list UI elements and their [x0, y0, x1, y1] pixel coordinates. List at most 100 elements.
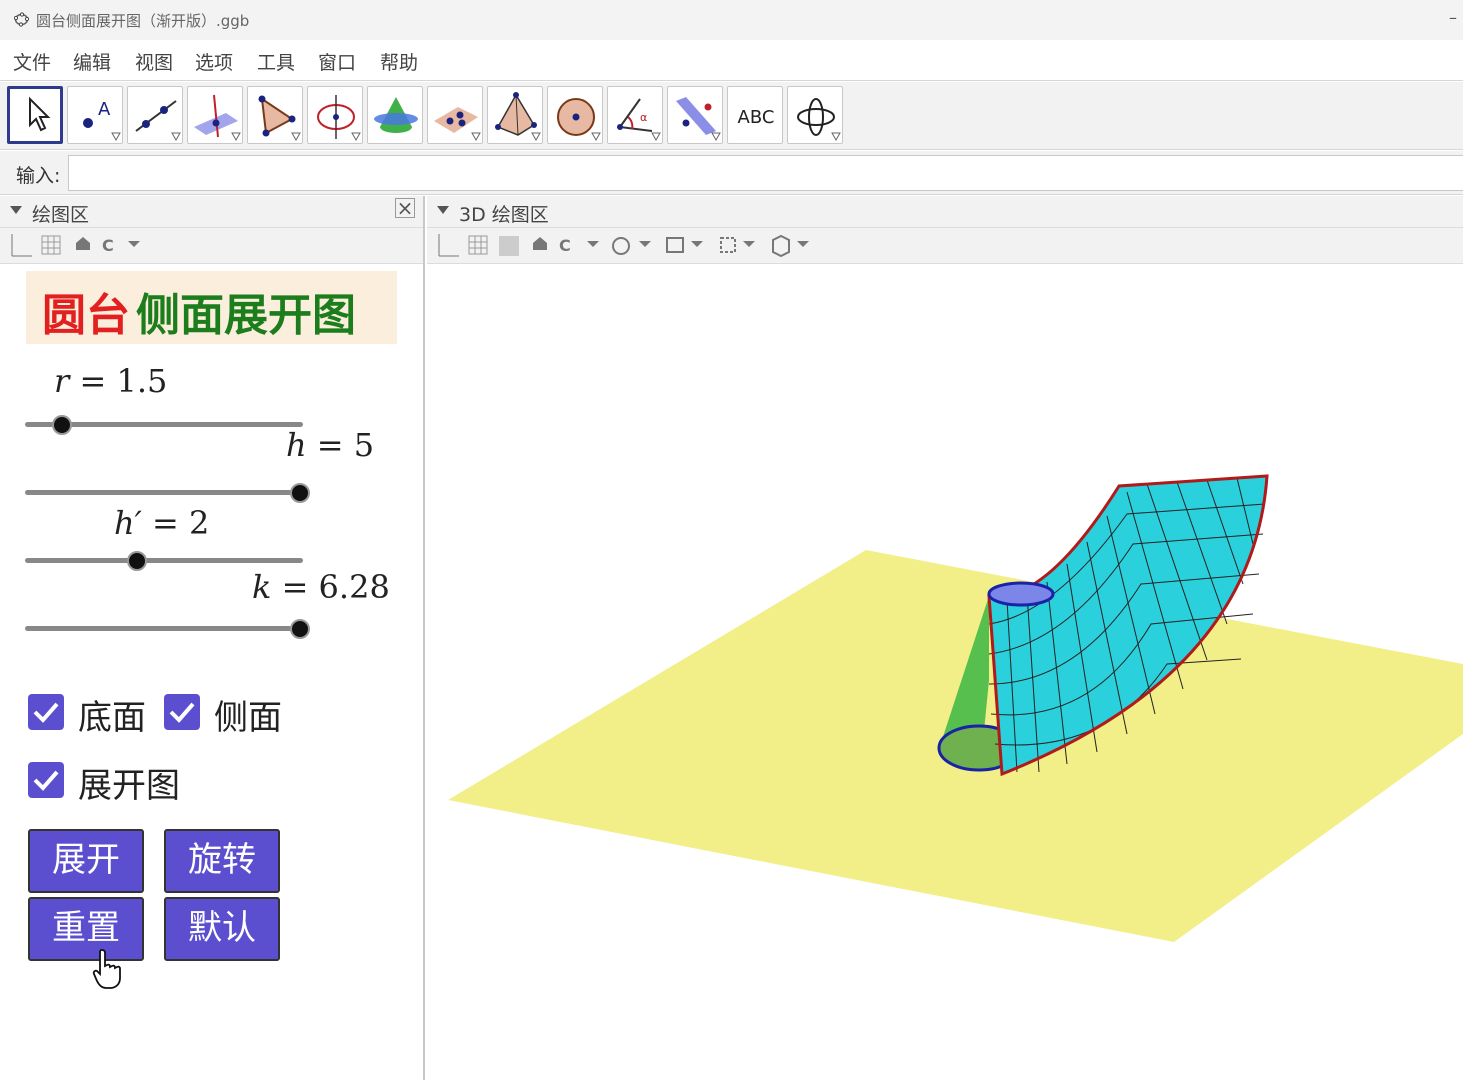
- rotate-3d-view-icon: [797, 98, 841, 142]
- slider-r-knob[interactable]: [52, 415, 72, 435]
- title-red-text: 圆台: [42, 290, 130, 341]
- var-name: h′: [114, 504, 142, 542]
- axes-toggle-icon[interactable]: [438, 234, 459, 257]
- sphere-icon: [557, 98, 601, 142]
- grid-toggle-icon[interactable]: [41, 235, 61, 255]
- box-icon[interactable]: [720, 237, 736, 253]
- chevron-down-icon[interactable]: [797, 241, 809, 247]
- graphics-3d-header: 3D 绘图区: [427, 196, 1463, 228]
- slider-k-track[interactable]: [25, 626, 303, 631]
- style-bar-icons: C: [11, 234, 140, 257]
- checkbox-unfolded[interactable]: [28, 762, 64, 798]
- slider-k-label: k = 6.28: [252, 568, 390, 606]
- reflect-about-plane-icon: [676, 97, 721, 142]
- close-icon[interactable]: ×: [395, 198, 415, 218]
- graphics-3d-title: 3D 绘图区: [459, 204, 549, 226]
- checkbox-base[interactable]: [28, 694, 64, 730]
- slider-h-prime-track[interactable]: [25, 558, 303, 563]
- var-name: k: [252, 568, 272, 606]
- chevron-down-icon[interactable]: [639, 241, 651, 247]
- move-tool[interactable]: [7, 86, 63, 144]
- angle-tool[interactable]: α: [607, 86, 663, 144]
- plane-toggle-icon[interactable]: [499, 236, 519, 256]
- reflect-tool[interactable]: [667, 86, 723, 144]
- input-field[interactable]: [68, 155, 1463, 191]
- slider-value: 2: [189, 504, 210, 542]
- chevron-down-icon[interactable]: [691, 241, 703, 247]
- sphere-tool[interactable]: [547, 86, 603, 144]
- intersect-surfaces-tool[interactable]: [367, 86, 423, 144]
- polygon-tool[interactable]: [247, 86, 303, 144]
- expand-button[interactable]: 展开: [28, 829, 144, 893]
- svg-text:α: α: [640, 111, 647, 124]
- rotate-view-tool[interactable]: [787, 86, 843, 144]
- point-tool[interactable]: A: [67, 86, 123, 144]
- cone-intersection-icon: [374, 97, 418, 133]
- plane-through-points-icon: [434, 107, 481, 142]
- line-icon: [135, 100, 181, 142]
- menu-bar: 文件 编辑 视图 选项 工具 窗口 帮助: [0, 40, 1463, 81]
- slider-h-label: h = 5: [286, 426, 375, 464]
- grid-toggle-icon[interactable]: [468, 235, 488, 255]
- reset-button[interactable]: 重置: [28, 897, 144, 961]
- menu-view[interactable]: 视图: [135, 48, 173, 75]
- menu-window[interactable]: 窗口: [318, 48, 356, 75]
- collapse-triangle-icon[interactable]: [10, 206, 22, 214]
- graphics-3d-view: 3D 绘图区 C: [427, 196, 1463, 1080]
- slider-h-knob[interactable]: [290, 483, 310, 503]
- checkbox-unfolded-label: 展开图: [78, 766, 180, 806]
- home-icon[interactable]: [533, 237, 547, 250]
- perpendicular-tool[interactable]: [187, 86, 243, 144]
- window-title: 圆台侧面展开图（渐开版）.ggb: [36, 12, 250, 30]
- clipping-icon[interactable]: [666, 237, 684, 253]
- minimize-button[interactable]: –: [1449, 8, 1463, 27]
- slider-value: 5: [353, 426, 375, 464]
- point-icon: A: [83, 99, 121, 142]
- menu-options[interactable]: 选项: [195, 48, 233, 75]
- line-tool[interactable]: [127, 86, 183, 144]
- chevron-down-icon[interactable]: [743, 241, 755, 247]
- text-abc-icon: ABC: [738, 107, 775, 128]
- input-bar: 输入:: [0, 151, 1463, 195]
- title-green-text: 侧面展开图: [136, 290, 356, 341]
- plane-tool[interactable]: [427, 86, 483, 144]
- slider-h-prime-label: h′ = 2: [114, 504, 210, 542]
- slider-h-prime-knob[interactable]: [127, 551, 147, 571]
- graphics-view-title: 绘图区: [32, 204, 90, 226]
- projection-cube-icon[interactable]: [772, 234, 790, 258]
- chevron-down-icon[interactable]: [128, 241, 140, 247]
- point-capture-icon[interactable]: C: [102, 236, 114, 255]
- default-button[interactable]: 默认: [164, 897, 280, 961]
- slider-r-label: r = 1.5: [54, 362, 168, 400]
- 3d-canvas[interactable]: [427, 264, 1463, 1080]
- menu-help[interactable]: 帮助: [380, 48, 418, 75]
- title-banner: 圆台 侧面展开图: [26, 271, 397, 344]
- title-bar: 圆台侧面展开图（渐开版）.ggb –: [0, 0, 1463, 40]
- text-tool[interactable]: ABC: [727, 86, 783, 144]
- slider-h-track[interactable]: [25, 490, 303, 495]
- pyramid-tool[interactable]: [487, 86, 543, 144]
- cursor-arrow-icon: [29, 96, 51, 132]
- pyramid-icon: [495, 92, 541, 142]
- checkbox-lateral-label: 侧面: [214, 698, 282, 738]
- circle-axis-tool[interactable]: [307, 86, 363, 144]
- rotate-button[interactable]: 旋转: [164, 829, 280, 893]
- menu-file[interactable]: 文件: [13, 48, 51, 75]
- menu-tools[interactable]: 工具: [257, 48, 295, 75]
- checkmark-icon: [33, 702, 59, 723]
- graphics-style-bar: C: [0, 228, 423, 264]
- slider-k-knob[interactable]: [290, 619, 310, 639]
- chevron-down-icon[interactable]: [587, 241, 599, 247]
- angle-icon: α: [617, 98, 661, 142]
- slider-value: 6.28: [318, 568, 390, 606]
- home-icon[interactable]: [76, 237, 90, 250]
- svg-text:A: A: [98, 99, 111, 120]
- style-bar-3d-icons: C: [438, 234, 809, 258]
- checkbox-lateral[interactable]: [164, 694, 200, 730]
- collapse-triangle-icon[interactable]: [437, 206, 449, 214]
- toolbar: A α ABC: [0, 82, 1463, 150]
- menu-edit[interactable]: 编辑: [73, 48, 111, 75]
- axes-toggle-icon[interactable]: [11, 234, 32, 257]
- point-capture-icon[interactable]: C: [559, 236, 571, 255]
- rotate-view-icon[interactable]: [612, 237, 630, 255]
